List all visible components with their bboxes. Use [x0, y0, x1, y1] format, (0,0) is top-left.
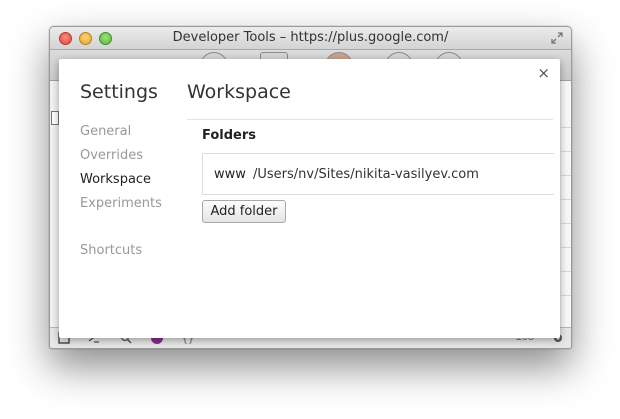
- nav-item-overrides[interactable]: Overrides: [80, 148, 162, 172]
- folder-list: www /Users/nv/Sites/nikita-vasilyev.com: [202, 153, 554, 195]
- window-title: Developer Tools – https://plus.google.co…: [172, 30, 449, 45]
- nav-item-experiments[interactable]: Experiments: [80, 196, 162, 220]
- folder-path: /Users/nv/Sites/nikita-vasilyev.com: [253, 167, 479, 182]
- settings-title: Settings: [80, 81, 158, 103]
- title-bar: Developer Tools – https://plus.google.co…: [50, 27, 571, 50]
- panel-toggle-icon: [51, 111, 59, 125]
- folders-heading: Folders: [202, 128, 257, 143]
- section-divider: [187, 119, 553, 120]
- settings-dialog: Settings Workspace × General Overrides W…: [59, 59, 560, 338]
- background-panel-right: [561, 81, 571, 328]
- settings-nav: General Overrides Workspace Experiments …: [80, 124, 162, 267]
- nav-item-workspace[interactable]: Workspace: [80, 172, 162, 196]
- close-icon[interactable]: ×: [537, 64, 550, 82]
- folder-name: www: [214, 167, 246, 182]
- add-folder-button[interactable]: Add folder: [202, 200, 286, 223]
- nav-item-shortcuts[interactable]: Shortcuts: [80, 243, 162, 267]
- section-title: Workspace: [187, 81, 291, 103]
- fullscreen-icon[interactable]: [550, 31, 564, 45]
- nav-item-general[interactable]: General: [80, 124, 162, 148]
